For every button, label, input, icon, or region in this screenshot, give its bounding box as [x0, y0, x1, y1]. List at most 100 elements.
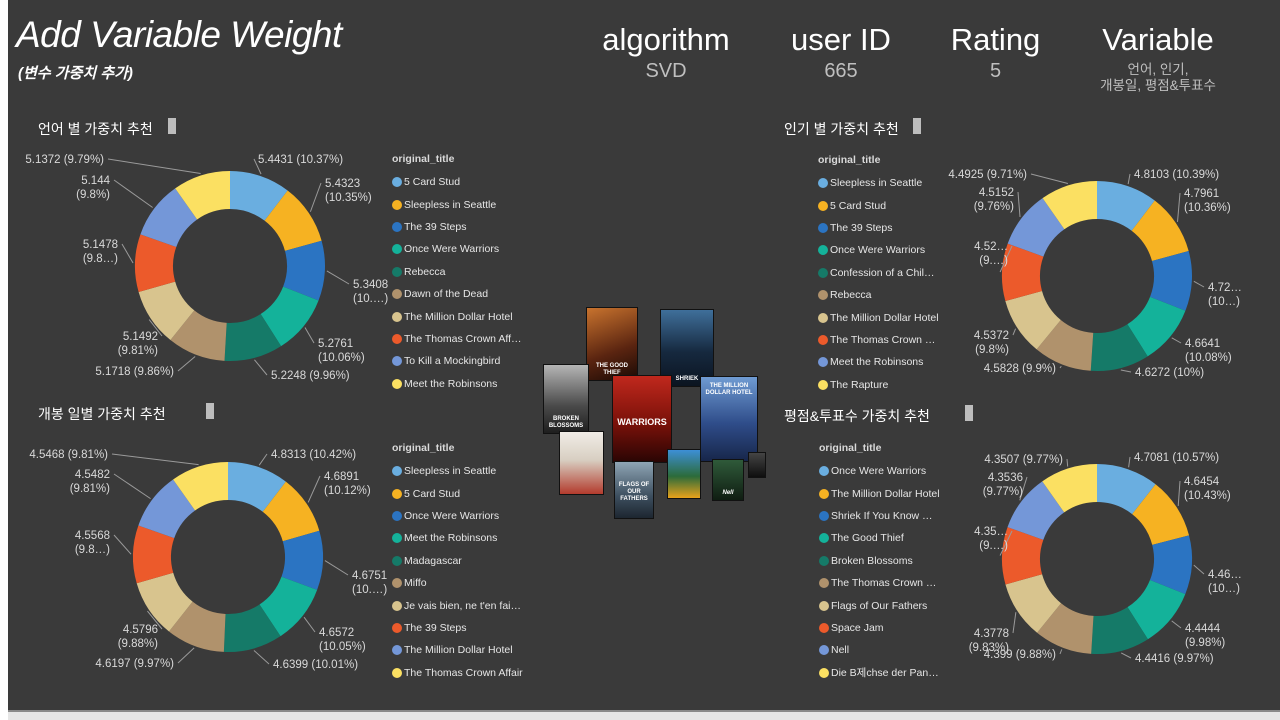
label-leader-line — [1127, 173, 1131, 185]
legend-item[interactable]: Once Were Warriors — [392, 505, 523, 527]
data-label: 4.7961 — [1184, 188, 1219, 200]
legend-item[interactable]: Once Were Warriors — [392, 238, 522, 260]
section-marker-rating-votes[interactable] — [965, 405, 973, 421]
legend-item[interactable]: Once Were Warriors — [819, 460, 940, 482]
legend-item[interactable]: Space Jam — [819, 617, 940, 639]
legend-color-dot — [392, 510, 402, 521]
legend-item[interactable]: Dawn of the Dead — [392, 283, 522, 305]
label-leader-line — [258, 453, 268, 466]
legend-item[interactable]: The Million Dollar Hotel — [819, 482, 940, 504]
label-leader-line — [1193, 280, 1205, 288]
legend-popularity: original_title Sleepless in Seattle 5 Car… — [818, 154, 939, 396]
label-leader-line — [1066, 458, 1069, 467]
poster-small[interactable] — [748, 452, 766, 478]
poster-nell[interactable]: Nell — [712, 459, 744, 501]
data-label: 4.5796 — [123, 624, 158, 636]
variable-label: Variable — [1102, 22, 1214, 57]
data-label: 4.46… — [1208, 569, 1242, 581]
data-label: 4.399 (9.88%) — [984, 649, 1056, 661]
section-marker-popularity[interactable] — [913, 118, 921, 134]
poster-million-dollar-hotel[interactable]: THE MILLION DOLLAR HOTEL — [700, 376, 758, 462]
label-leader-line — [1171, 337, 1182, 344]
legend-item[interactable]: The Thomas Crown … — [818, 329, 939, 351]
legend-item[interactable]: 5 Card Stud — [818, 194, 939, 216]
legend-item[interactable]: Je vais bien, ne t'en fai… — [392, 594, 523, 616]
legend-item-label: The 39 Steps — [404, 621, 467, 634]
legend-item[interactable]: Meet the Robinsons — [818, 351, 939, 373]
legend-item[interactable]: 5 Card Stud — [392, 171, 522, 193]
legend-item-label: Rebecca — [830, 289, 872, 302]
data-label: (10.08%) — [1185, 352, 1232, 364]
legend-color-dot — [392, 244, 402, 255]
legend-item[interactable]: The Thomas Crown … — [819, 572, 940, 594]
label-leader-line — [1171, 620, 1182, 629]
legend-item[interactable]: The Good Thief — [819, 527, 940, 549]
poster-the-good-thief[interactable]: THE GOOD THIEF — [586, 307, 638, 381]
legend-rating-votes: original_title Once Were Warriors The Mil… — [819, 442, 940, 684]
section-title-release: 개봉 일별 가중치 추천 — [38, 406, 166, 422]
poster-sleepless-in-seattle[interactable] — [559, 431, 604, 495]
data-label: (10.06%) — [318, 352, 365, 364]
section-marker-release[interactable] — [206, 403, 214, 419]
legend-item-label: Shriek If You Know … — [831, 509, 933, 522]
data-label: 4.8103 (10.39%) — [1134, 169, 1219, 181]
legend-item[interactable]: The Million Dollar Hotel — [818, 306, 939, 328]
data-label: (9.8%) — [975, 344, 1009, 356]
data-label: 4.3507 (9.77%) — [984, 454, 1063, 466]
legend-item[interactable]: The Thomas Crown Aff… — [392, 328, 522, 350]
legend-item[interactable]: Nell — [819, 639, 940, 661]
legend-item[interactable]: The 39 Steps — [818, 217, 939, 239]
legend-color-dot — [392, 600, 402, 611]
section-marker-language[interactable] — [168, 118, 176, 134]
legend-item[interactable]: Rebecca — [392, 261, 522, 283]
legend-item[interactable]: The Thomas Crown Affair — [392, 662, 523, 684]
legend-item[interactable]: Die B제chse der Pan… — [819, 662, 940, 684]
poster-broken-blossoms[interactable]: BROKEN BLOSSOMS — [543, 364, 589, 434]
label-leader-line — [1012, 328, 1017, 336]
legend-item[interactable]: Broken Blossoms — [819, 550, 940, 572]
legend-item[interactable]: The 39 Steps — [392, 617, 523, 639]
legend-item-label: The Thomas Crown … — [831, 577, 937, 590]
label-leader-line — [121, 243, 134, 264]
label-leader-line — [324, 560, 349, 576]
legend-item[interactable]: Madagascar — [392, 550, 523, 572]
poster-space-jam[interactable] — [667, 449, 701, 499]
legend-item[interactable]: The Rapture — [818, 374, 939, 396]
data-label: (10.…) — [353, 293, 388, 305]
legend-item[interactable]: 5 Card Stud — [392, 482, 523, 504]
label-leader-line — [326, 270, 350, 285]
legend-item[interactable]: To Kill a Mockingbird — [392, 350, 522, 372]
legend-color-dot — [819, 600, 829, 611]
legend-item[interactable]: Miffo — [392, 572, 523, 594]
legend-item[interactable]: Shriek If You Know … — [819, 505, 940, 527]
legend-item-label: Sleepless in Seattle — [830, 177, 923, 190]
data-label: 4.3778 — [974, 628, 1009, 640]
legend-item[interactable]: The Million Dollar Hotel — [392, 639, 523, 661]
legend-item[interactable]: Confession of a Chil… — [818, 262, 939, 284]
legend-color-dot — [392, 555, 402, 566]
legend-color-dot — [392, 667, 402, 678]
legend-item[interactable]: The 39 Steps — [392, 216, 522, 238]
data-label: 5.3408 — [353, 279, 388, 291]
legend-item[interactable]: Flags of Our Fathers — [819, 594, 940, 616]
legend-item[interactable]: Rebecca — [818, 284, 939, 306]
data-label: (9.98%) — [1185, 637, 1225, 649]
legend-item[interactable]: Once Were Warriors — [818, 239, 939, 261]
legend-item[interactable]: Meet the Robinsons — [392, 527, 523, 549]
poster-title: FLAGS OF OUR FATHERS — [618, 482, 650, 502]
legend-item[interactable]: Sleepless in Seattle — [392, 193, 522, 215]
legend-item-label: The 39 Steps — [830, 221, 893, 234]
legend-color-dot — [819, 533, 829, 544]
poster-once-were-warriors[interactable]: WARRIORS — [612, 375, 672, 463]
data-label: 4.35… — [974, 526, 1008, 538]
bottom-scrollbar[interactable] — [8, 710, 1280, 720]
legend-item[interactable]: Meet the Robinsons — [392, 373, 522, 395]
data-label: (10.12%) — [324, 485, 371, 497]
label-leader-line — [1128, 456, 1131, 468]
legend-item[interactable]: Sleepless in Seattle — [392, 460, 523, 482]
poster-flags-of-our-fathers[interactable]: FLAGS OF OUR FATHERS — [614, 461, 654, 519]
legend-item-label: 5 Card Stud — [404, 176, 461, 189]
legend-item[interactable]: Sleepless in Seattle — [818, 172, 939, 194]
algorithm-label: algorithm — [602, 22, 730, 57]
legend-item[interactable]: The Million Dollar Hotel — [392, 305, 522, 327]
